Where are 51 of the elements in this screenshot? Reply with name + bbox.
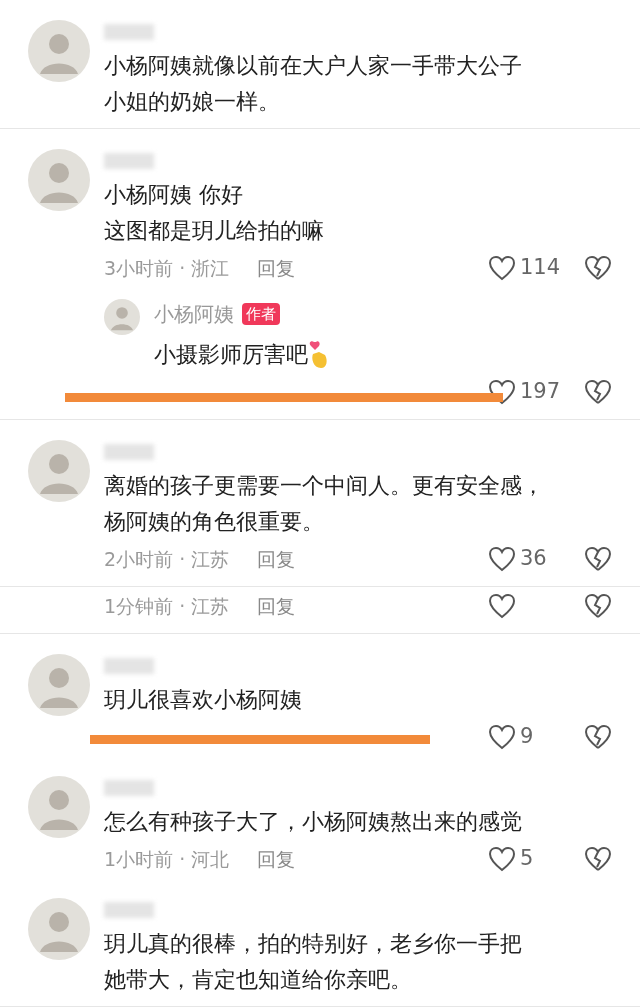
blurred-name	[104, 902, 154, 918]
blurred-name	[104, 153, 154, 169]
comment-time: 1分钟前 · 江苏	[104, 593, 230, 619]
comment-text: 小杨阿姨 你好	[104, 181, 244, 209]
author-badge: 作者	[242, 302, 280, 326]
heart-icon[interactable]	[488, 846, 516, 872]
avatar-icon	[28, 898, 90, 960]
like-count: 5	[520, 845, 534, 873]
comment-time: 1小时前 · 河北	[104, 846, 230, 872]
blurred-name	[104, 780, 154, 796]
avatar-icon	[28, 149, 90, 211]
comment-time: 3小时前 · 浙江	[104, 255, 230, 281]
heart-icon[interactable]	[488, 593, 516, 619]
broken-heart-icon[interactable]	[584, 255, 612, 281]
heart-icon[interactable]	[488, 255, 516, 281]
avatar-icon	[28, 776, 90, 838]
broken-heart-icon[interactable]	[584, 593, 612, 619]
comment-text: 离婚的孩子更需要一个中间人。更有安全感，	[104, 472, 545, 500]
like-count: 114	[520, 254, 561, 282]
heart-icon[interactable]	[488, 379, 516, 405]
blurred-name	[104, 24, 154, 40]
comment-text: 她带大，肯定也知道给你亲吧。	[104, 966, 413, 994]
avatar-icon	[28, 654, 90, 716]
avatar-icon	[104, 299, 140, 335]
reply-link[interactable]: 回复	[257, 253, 296, 283]
reply-text: 小摄影师厉害吧	[154, 341, 308, 369]
heart-icon[interactable]	[488, 724, 516, 750]
broken-heart-icon[interactable]	[584, 546, 612, 572]
comment-time: 2小时前 · 江苏	[104, 546, 230, 572]
comment-text: 玥儿真的很棒，拍的特别好，老乡你一手把	[104, 930, 523, 958]
blurred-name	[104, 444, 154, 460]
comment-text: 怎么有种孩子大了，小杨阿姨熬出来的感觉	[104, 808, 523, 836]
author-name: 小杨阿姨	[154, 301, 234, 328]
avatar-icon	[28, 440, 90, 502]
avatar-icon	[28, 20, 90, 82]
like-count: 36	[520, 545, 547, 573]
comment-text: 小姐的奶娘一样。	[104, 88, 281, 116]
broken-heart-icon[interactable]	[584, 379, 612, 405]
comment-text: 玥儿很喜欢小杨阿姨	[104, 686, 303, 714]
comment-text: 这图都是玥儿给拍的嘛	[104, 217, 325, 245]
like-count: 9	[520, 723, 534, 751]
blurred-name	[104, 658, 154, 674]
broken-heart-icon[interactable]	[584, 724, 612, 750]
comment-text: 小杨阿姨就像以前在大户人家一手带大公子	[104, 52, 523, 80]
reply-link[interactable]: 回复	[257, 844, 296, 874]
like-count: 197	[520, 378, 561, 406]
reply-link[interactable]: 回复	[257, 544, 296, 574]
reply-link[interactable]: 回复	[257, 591, 296, 621]
heart-icon[interactable]	[488, 546, 516, 572]
comment-text: 杨阿姨的角色很重要。	[104, 508, 325, 536]
broken-heart-icon[interactable]	[584, 846, 612, 872]
